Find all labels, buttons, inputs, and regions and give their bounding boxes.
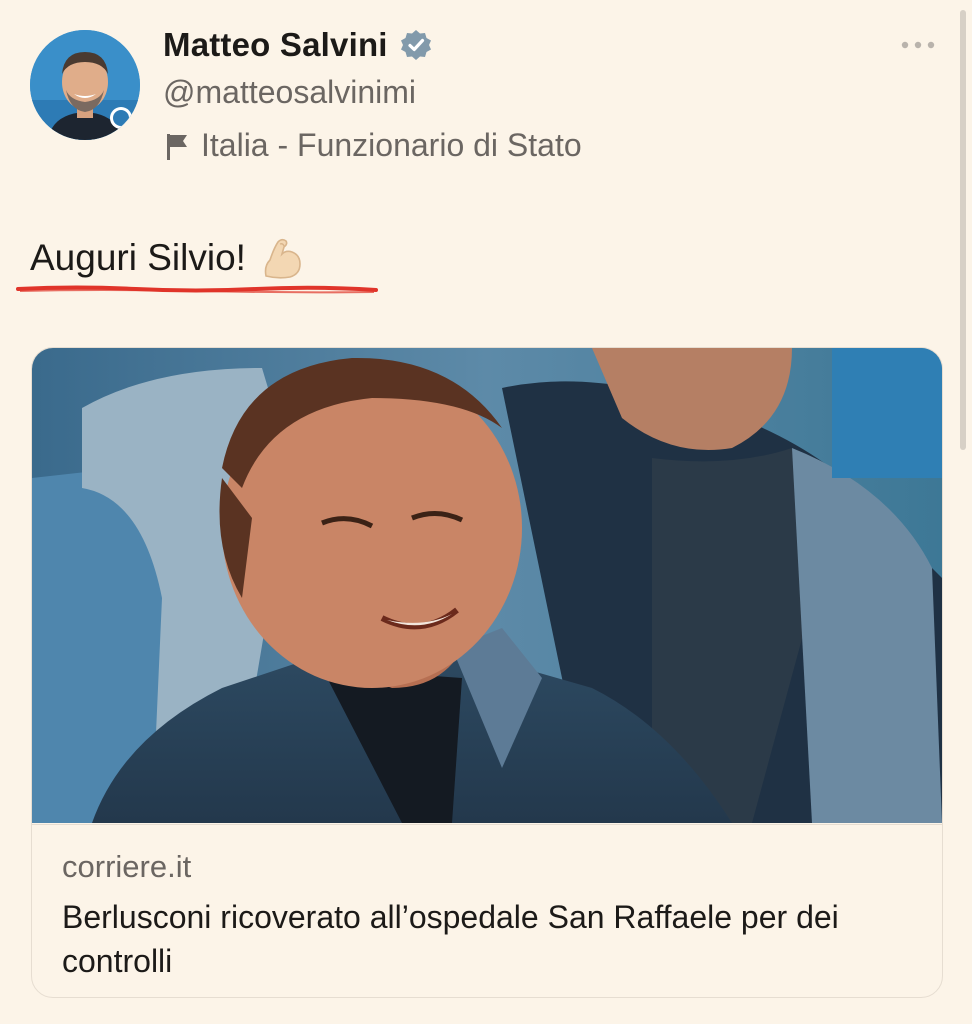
link-domain: corriere.it xyxy=(62,849,192,884)
author-location-row: Italia - Funzionario di Stato xyxy=(163,127,582,164)
author-location: Italia - Funzionario di Stato xyxy=(201,127,582,163)
author-handle[interactable]: @matteosalvinimi xyxy=(163,74,416,111)
link-preview-card[interactable]: corriere.it Berlusconi ricoverato all’os… xyxy=(31,347,943,998)
more-options-icon[interactable] xyxy=(900,38,936,52)
author-name-row: Matteo Salvini xyxy=(163,26,432,64)
verified-badge-icon xyxy=(400,29,432,61)
red-underline-annotation xyxy=(16,285,378,294)
link-preview-image xyxy=(32,348,942,823)
avatar[interactable] xyxy=(30,30,140,140)
scrollbar[interactable] xyxy=(960,10,966,450)
tweet-text-content: Auguri Silvio! xyxy=(30,237,246,278)
tweet-view: Matteo Salvini @matteosalvinimi Italia -… xyxy=(0,0,972,1024)
tweet-text: Auguri Silvio! xyxy=(30,236,304,280)
author-display-name[interactable]: Matteo Salvini xyxy=(163,26,388,64)
link-title: Berlusconi ricoverato all’ospedale San R… xyxy=(62,899,839,979)
avatar-image xyxy=(30,30,140,140)
flag-icon xyxy=(163,130,191,162)
link-preview-body: corriere.it Berlusconi ricoverato all’os… xyxy=(32,824,942,997)
flexed-biceps-icon xyxy=(260,236,304,280)
